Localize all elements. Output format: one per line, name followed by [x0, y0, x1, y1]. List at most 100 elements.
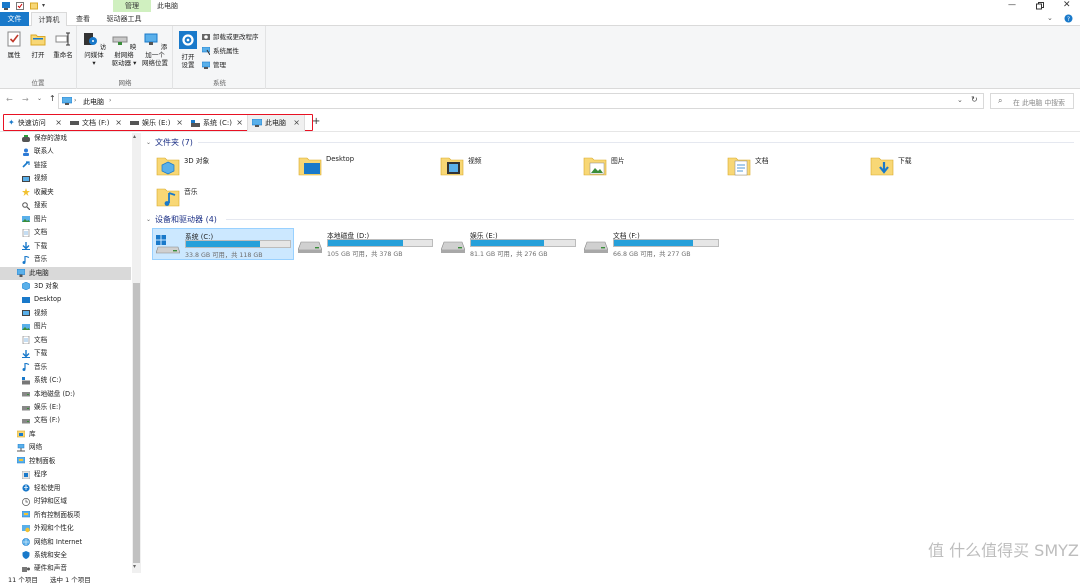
drive-entertainment-e[interactable]: 娱乐 (E:) 81.1 GB 可用，共 276 GB	[438, 228, 578, 260]
tab-close-icon[interactable]: ×	[176, 115, 183, 131]
open-button[interactable]: 打开	[27, 31, 49, 59]
new-tab-plus-icon[interactable]: +	[312, 116, 320, 127]
nav-item[interactable]: 此电脑	[0, 266, 131, 280]
nav-item[interactable]: 文档 (F:)	[22, 414, 60, 427]
manage-button[interactable]: 管理	[202, 60, 226, 70]
address-dropdown-icon[interactable]: ⌄	[957, 96, 963, 104]
tab-close-icon[interactable]: ×	[293, 115, 300, 131]
tab-close-icon[interactable]: ×	[236, 115, 243, 131]
nav-item[interactable]: 外观和个性化	[22, 522, 74, 535]
drives-section-header[interactable]: ⌄ 设备和驱动器 (4)	[146, 214, 217, 225]
nav-item[interactable]: 所有控制面板项	[22, 509, 80, 522]
download-icon	[22, 242, 30, 251]
drive-system-c[interactable]: 系统 (C:) 33.8 GB 可用，共 118 GB	[152, 228, 294, 260]
nav-item[interactable]: 下载	[22, 240, 47, 253]
refresh-icon[interactable]: ↻	[971, 95, 978, 104]
nav-item[interactable]: 视频	[22, 172, 47, 185]
recent-dropdown-icon[interactable]: ⌄	[37, 95, 42, 102]
tab-view[interactable]: 查看	[68, 12, 98, 26]
pictures-folder[interactable]: 图片	[583, 153, 723, 181]
tab-file[interactable]: 文件	[0, 12, 29, 26]
drive-documents-f[interactable]: 文档 (F:) 66.8 GB 可用，共 277 GB	[581, 228, 721, 260]
scroll-up-icon[interactable]: ▴	[133, 133, 136, 140]
nav-item[interactable]: 网络和 Internet	[22, 536, 82, 549]
nav-item[interactable]: 系统 (C:)	[22, 374, 61, 387]
nav-item[interactable]: 收藏夹	[22, 186, 54, 199]
open-settings-button[interactable]: 打开 设置	[176, 31, 200, 69]
address-field[interactable]: › 此电脑 › ⌄ ↻	[58, 93, 984, 109]
nav-item[interactable]: 程序	[22, 468, 47, 481]
nav-item[interactable]: 音乐	[22, 253, 47, 266]
nav-item[interactable]: 联系人	[22, 145, 54, 158]
nav-item[interactable]: 图片	[22, 213, 47, 226]
search-placeholder[interactable]: 在 此电脑 中搜索	[1013, 97, 1065, 107]
folders-section-header[interactable]: ⌄ 文件夹 (7)	[146, 137, 193, 148]
close-icon[interactable]: ✕	[1063, 0, 1071, 10]
desktop-folder[interactable]: Desktop	[298, 153, 438, 181]
nav-item[interactable]: 3D 对象	[22, 280, 59, 293]
scroll-down-icon[interactable]: ▾	[133, 563, 136, 570]
breadcrumb-chevron-icon[interactable]: ›	[109, 97, 111, 104]
uninstall-button[interactable]: 卸载或更改程序	[202, 32, 259, 42]
downloads-folder[interactable]: 下载	[870, 153, 1010, 181]
map-drive-button[interactable]: 映射网络 驱动器 ▾	[110, 31, 138, 67]
3d-objects-folder[interactable]: 3D 对象	[156, 153, 296, 181]
up-arrow-icon[interactable]: ↑	[49, 94, 56, 103]
nav-item[interactable]: 保存的游戏	[22, 133, 67, 145]
nav-item[interactable]: 文档	[22, 334, 47, 347]
add-network-location-button[interactable]: 添加一个 网络位置	[140, 31, 170, 67]
restore-icon[interactable]	[1036, 2, 1044, 10]
tab-this-pc[interactable]: 此电脑 ×	[247, 115, 305, 131]
help-icon[interactable]: ?	[1064, 14, 1073, 23]
tab-computer[interactable]: 计算机	[31, 12, 67, 26]
folder-label: Desktop	[326, 155, 355, 163]
nav-item[interactable]: 搜索	[22, 199, 47, 212]
back-arrow-icon[interactable]: ←	[6, 95, 13, 104]
tab-close-icon[interactable]: ×	[115, 115, 122, 131]
videos-folder[interactable]: 视频	[440, 153, 580, 181]
ribbon-collapse-icon[interactable]: ⌄	[1047, 14, 1053, 22]
nav-item[interactable]: 控制面板	[17, 455, 55, 468]
nav-item[interactable]: 本地磁盘 (D:)	[22, 388, 75, 401]
minimize-icon[interactable]: —	[1008, 0, 1016, 9]
new-folder-quick-icon[interactable]	[30, 2, 38, 10]
nav-item[interactable]: 系统和安全	[22, 549, 67, 562]
forward-arrow-icon[interactable]: →	[22, 95, 29, 104]
nav-item[interactable]: 下载	[22, 347, 47, 360]
quick-access-dropdown-icon[interactable]: ▾	[42, 2, 45, 9]
nav-item[interactable]: 硬件和声音	[22, 562, 67, 573]
tab-quick-access[interactable]: ✦ 快速访问 ×	[4, 115, 66, 131]
scrollbar-thumb[interactable]	[133, 283, 140, 563]
access-media-button[interactable]: 访问媒体 ▾	[80, 31, 108, 67]
manage-icon	[202, 61, 210, 69]
properties-button[interactable]: 属性	[3, 31, 25, 59]
search-box[interactable]: ⌕ 在 此电脑 中搜索	[990, 93, 1074, 109]
rename-button[interactable]: 重命名	[51, 31, 75, 59]
tab-system-c[interactable]: 系统 (C:) ×	[187, 115, 247, 131]
tab-drive-tools[interactable]: 驱动器工具	[103, 12, 145, 26]
drive-local-d[interactable]: 本地磁盘 (D:) 105 GB 可用，共 378 GB	[295, 228, 435, 260]
nav-item-label: 文档	[34, 228, 48, 237]
nav-item[interactable]: 文档	[22, 226, 47, 239]
nav-item[interactable]: 网络	[17, 441, 42, 454]
nav-item[interactable]: 库	[17, 428, 36, 441]
nav-item[interactable]: 时钟和区域	[22, 495, 67, 508]
nav-item[interactable]: 音乐	[22, 361, 47, 374]
nav-item[interactable]: 链接	[22, 159, 47, 172]
nav-item[interactable]: 视频	[22, 307, 47, 320]
properties-quick-icon[interactable]	[16, 2, 24, 10]
nav-item[interactable]: Desktop	[22, 293, 61, 306]
tab-entertainment-e[interactable]: 娱乐 (E:) ×	[126, 115, 187, 131]
nav-item[interactable]: 娱乐 (E:)	[22, 401, 61, 414]
documents-folder[interactable]: 文档	[727, 153, 867, 181]
nav-item[interactable]: 轻松使用	[22, 482, 60, 495]
uninstall-label: 卸载或更改程序	[213, 33, 259, 41]
this-pc-icon[interactable]	[2, 2, 10, 10]
address-path[interactable]: 此电脑	[83, 97, 104, 107]
tab-documents-f[interactable]: 文档 (F:) ×	[66, 115, 126, 131]
nav-item[interactable]: 图片	[22, 320, 47, 333]
system-properties-button[interactable]: 系统属性	[202, 46, 239, 56]
music-folder[interactable]: 音乐	[156, 184, 296, 212]
tab-close-icon[interactable]: ×	[55, 115, 62, 131]
nav-scrollbar[interactable]: ▴ ▾	[132, 133, 141, 573]
